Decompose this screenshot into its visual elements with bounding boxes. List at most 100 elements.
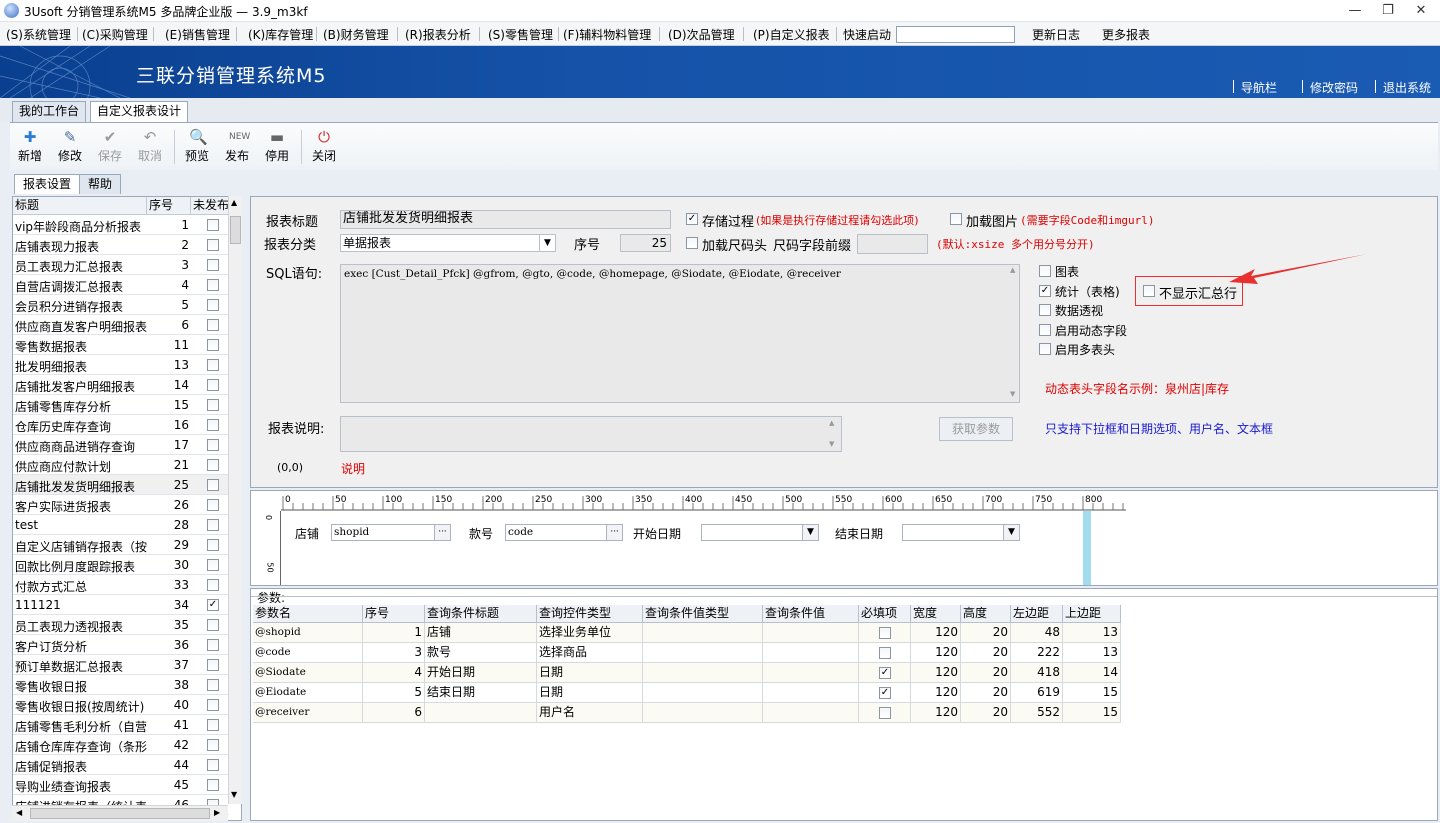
required-checkbox[interactable]: ✓: [879, 687, 891, 699]
param-width-cell[interactable]: 120: [911, 703, 961, 723]
param-left-margin-cell[interactable]: 619: [1011, 683, 1063, 703]
column-header-seq[interactable]: 序号: [363, 605, 425, 623]
param-value-type-cell[interactable]: [643, 643, 763, 663]
change-password-link[interactable]: 修改密码: [1310, 79, 1358, 96]
chevron-down-icon[interactable]: ▼: [802, 525, 818, 540]
param-title-cell[interactable]: 款号: [425, 643, 537, 663]
unpublished-checkbox[interactable]: [207, 399, 219, 411]
unpublished-checkbox[interactable]: [207, 419, 219, 431]
designer-code-label[interactable]: 款号: [469, 525, 493, 542]
ellipsis-icon[interactable]: ···: [434, 525, 450, 540]
size-prefix-input[interactable]: [857, 234, 928, 254]
menu-defective[interactable]: (D)次品管理: [668, 26, 735, 43]
list-item[interactable]: 员工表现力汇总报表 3: [13, 255, 229, 275]
unpublished-checkbox[interactable]: [207, 579, 219, 591]
list-item[interactable]: 批发明细报表 13: [13, 355, 229, 375]
stored-procedure-checkbox[interactable]: ✓: [686, 213, 698, 225]
menu-materials[interactable]: (F)辅料物料管理: [563, 26, 651, 43]
param-name-cell[interactable]: @Eiodate: [253, 683, 363, 703]
required-checkbox[interactable]: [879, 627, 891, 639]
scroll-up-icon[interactable]: ▲: [231, 198, 237, 207]
unpublished-checkbox[interactable]: [207, 699, 219, 711]
unpublished-checkbox[interactable]: [207, 319, 219, 331]
param-name-cell[interactable]: @receiver: [253, 703, 363, 723]
param-title-cell[interactable]: 结束日期: [425, 683, 537, 703]
param-value-type-cell[interactable]: [643, 683, 763, 703]
param-seq-cell[interactable]: 1: [363, 623, 425, 643]
close-button[interactable]: ⏻ 关闭: [306, 129, 342, 164]
seq-input[interactable]: 25: [620, 234, 671, 252]
menu-inventory[interactable]: (K)库存管理: [248, 26, 313, 43]
unpublished-checkbox[interactable]: [207, 679, 219, 691]
unpublished-checkbox[interactable]: [207, 539, 219, 551]
list-item[interactable]: 回款比例月度跟踪报表 30: [13, 555, 229, 575]
preview-button[interactable]: 🔍 预览: [179, 129, 215, 164]
description-input[interactable]: [340, 416, 842, 452]
unpublished-checkbox[interactable]: [207, 759, 219, 771]
param-value-cell[interactable]: [763, 663, 859, 683]
list-item[interactable]: 店铺批发客户明细报表 14: [13, 375, 229, 395]
column-header-width[interactable]: 宽度: [911, 605, 961, 623]
unpublished-checkbox[interactable]: [207, 339, 219, 351]
close-window-button[interactable]: ✕: [1411, 2, 1431, 19]
list-item[interactable]: 111121 34 ✓: [13, 595, 229, 615]
chevron-down-icon[interactable]: ▼: [539, 235, 555, 251]
param-seq-cell[interactable]: 4: [363, 663, 425, 683]
panel-splitter[interactable]: [242, 196, 250, 821]
column-header-top-margin[interactable]: 上边距: [1063, 605, 1121, 623]
designer-end-date-label[interactable]: 结束日期: [835, 525, 883, 542]
list-item[interactable]: 仓库历史库存查询 16: [13, 415, 229, 435]
quick-launch-input[interactable]: [896, 26, 1015, 43]
option-pivot-checkbox[interactable]: [1039, 304, 1051, 316]
list-item[interactable]: 会员积分进销存报表 5: [13, 295, 229, 315]
list-item[interactable]: 零售收银日报(按周统计) 40: [13, 695, 229, 715]
edit-button[interactable]: ✎ 修改: [52, 129, 88, 164]
disable-button[interactable]: ▬ 停用: [259, 129, 295, 164]
scroll-up-icon[interactable]: ▲: [829, 419, 834, 427]
unpublished-checkbox[interactable]: [207, 279, 219, 291]
new-button[interactable]: ✚ 新增: [12, 129, 48, 164]
param-top-margin-cell[interactable]: 13: [1063, 643, 1121, 663]
column-header-seq[interactable]: 序号: [147, 197, 191, 215]
unpublished-checkbox[interactable]: [207, 739, 219, 751]
param-top-margin-cell[interactable]: 14: [1063, 663, 1121, 683]
param-height-cell[interactable]: 20: [961, 703, 1011, 723]
designer-start-date-input[interactable]: ▼: [701, 524, 819, 541]
unpublished-checkbox[interactable]: [207, 639, 219, 651]
param-top-margin-cell[interactable]: 15: [1063, 703, 1121, 723]
unpublished-checkbox[interactable]: [207, 619, 219, 631]
design-canvas[interactable]: [281, 511, 1126, 585]
menu-sales[interactable]: (E)销售管理: [165, 26, 230, 43]
designer-code-input[interactable]: code ···: [505, 524, 623, 541]
list-item[interactable]: 店铺促销报表 44: [13, 755, 229, 775]
list-item[interactable]: 供应商应付款计划 21: [13, 455, 229, 475]
scroll-right-icon[interactable]: ▶: [214, 808, 220, 817]
column-header-left-margin[interactable]: 左边距: [1011, 605, 1063, 623]
unpublished-checkbox[interactable]: [207, 559, 219, 571]
save-button[interactable]: ✔ 保存: [92, 129, 128, 164]
menu-more-reports[interactable]: 更多报表: [1102, 26, 1150, 43]
tab-workbench[interactable]: 我的工作台: [12, 101, 87, 122]
list-item[interactable]: 客户实际进货报表 26: [13, 495, 229, 515]
tab-custom-report-design[interactable]: 自定义报表设计: [90, 101, 189, 122]
option-multi-header-checkbox[interactable]: [1039, 343, 1051, 355]
scroll-down-icon[interactable]: ▼: [1010, 390, 1015, 398]
minimize-button[interactable]: —: [1345, 2, 1365, 19]
designer-end-date-input[interactable]: ▼: [902, 524, 1020, 541]
report-list-vertical-scrollbar[interactable]: ▲ ▼: [228, 196, 242, 804]
unpublished-checkbox[interactable]: [207, 519, 219, 531]
param-value-cell[interactable]: [763, 623, 859, 643]
param-title-cell[interactable]: [425, 703, 537, 723]
tab-help[interactable]: 帮助: [79, 174, 122, 194]
param-control-type-cell[interactable]: 日期: [537, 683, 643, 703]
unpublished-checkbox[interactable]: ✓: [207, 599, 219, 611]
publish-button[interactable]: NEW 发布: [219, 129, 255, 164]
scroll-left-icon[interactable]: ◀: [16, 808, 22, 817]
report-category-select[interactable]: 单据报表 ▼: [340, 234, 556, 252]
param-value-type-cell[interactable]: [643, 703, 763, 723]
param-title-cell[interactable]: 开始日期: [425, 663, 537, 683]
list-item[interactable]: 店铺零售库存分析 15: [13, 395, 229, 415]
list-item[interactable]: 店铺表现力报表 2: [13, 235, 229, 255]
param-control-type-cell[interactable]: 用户名: [537, 703, 643, 723]
list-item[interactable]: vip年龄段商品分析报表 1: [13, 215, 229, 235]
